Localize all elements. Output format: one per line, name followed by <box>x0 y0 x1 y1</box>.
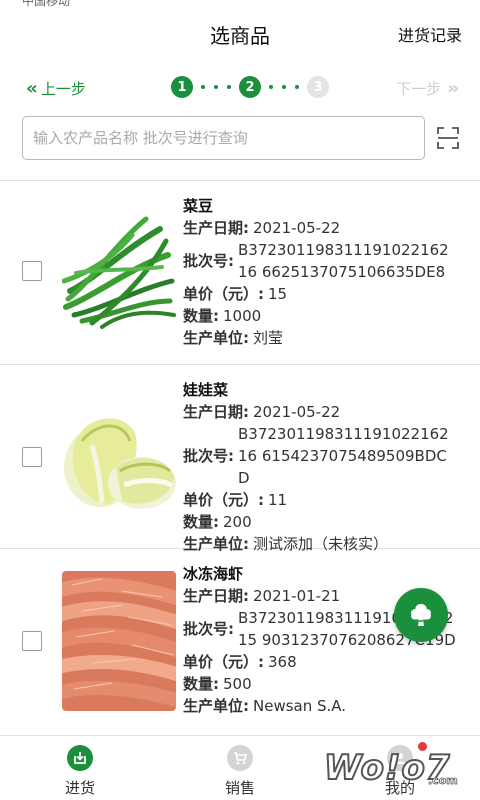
status-bar: 中国移动 <box>0 0 480 8</box>
unit-price-value: 15 <box>268 285 288 303</box>
quantity-row: 数量: 1000 <box>183 307 262 325</box>
tab-label: 进货 <box>64 779 95 797</box>
double-chevron-right-icon: ›› <box>447 78 459 99</box>
unit-price-row: 单价（元）: 15 <box>183 285 288 303</box>
producer-row: 生产单位: 刘莹 <box>183 329 284 347</box>
tab-sales[interactable]: 销售 <box>160 736 320 800</box>
product-image-green-beans <box>62 211 176 331</box>
unit-price-value: 368 <box>268 653 297 671</box>
purchase-history-link[interactable]: 进货记录 <box>398 22 462 46</box>
product-item[interactable]: 娃娃菜 生产日期: 2021-05-22 批次号: B3723011983111… <box>0 365 480 553</box>
tab-label: 销售 <box>224 779 255 797</box>
step-connector <box>193 85 239 89</box>
producer-value: Newsan S.A. <box>253 697 347 715</box>
product-item[interactable]: 冰冻海虾 生产日期: 2021-01-21 批次号: B372301198311… <box>0 549 480 739</box>
quantity-value: 500 <box>223 675 252 693</box>
product-checkbox[interactable] <box>22 631 42 651</box>
stepper: 1 2 3 <box>171 76 329 98</box>
prev-step-button[interactable]: ‹‹ 上一步 <box>26 78 86 99</box>
header: 选商品 进货记录 <box>0 8 480 58</box>
batch-row: 批次号: B37230119831119102216216 6154237075… <box>183 423 473 489</box>
producer-row: 生产单位: Newsan S.A. <box>183 697 347 715</box>
unit-price-row: 单价（元）: 11 <box>183 491 288 509</box>
quantity-row: 数量: 200 <box>183 513 252 531</box>
step-2-indicator: 2 <box>239 76 261 98</box>
production-date-value: 2021-05-22 <box>253 403 341 421</box>
batch-row: 批次号: B37230119831119102216216 6625137075… <box>183 239 473 283</box>
product-checkbox[interactable] <box>22 447 42 467</box>
product-info: 菜豆 生产日期: 2021-05-22 批次号: B37230119831119… <box>183 195 473 349</box>
broccoli-icon <box>410 604 432 626</box>
batch-value: B37230119831119102216216 662513707510663… <box>238 241 449 281</box>
step-3-indicator: 3 <box>307 76 329 98</box>
cart-icon <box>227 745 253 771</box>
product-checkbox[interactable] <box>22 261 42 281</box>
unit-price-value: 11 <box>268 491 288 509</box>
prev-step-label: 上一步 <box>40 80 86 98</box>
product-name: 菜豆 <box>183 197 214 215</box>
product-info: 娃娃菜 生产日期: 2021-05-22 批次号: B3723011983111… <box>183 379 473 555</box>
scan-icon[interactable] <box>436 126 460 150</box>
double-chevron-left-icon: ‹‹ <box>26 78 38 99</box>
unit-price-row: 单价（元）: 368 <box>183 653 297 671</box>
product-list: 菜豆 生产日期: 2021-05-22 批次号: B37230119831119… <box>0 181 480 739</box>
purchase-icon <box>67 745 93 771</box>
floating-vegetable-button[interactable] <box>394 588 448 642</box>
next-step-button[interactable]: 下一步 ›› <box>396 78 459 99</box>
quantity-value: 200 <box>223 513 252 531</box>
production-date-row: 生产日期: 2021-05-22 <box>183 403 341 421</box>
production-date-value: 2021-01-21 <box>253 587 341 605</box>
production-date-value: 2021-05-22 <box>253 219 341 237</box>
watermark-logo: Wo!o7 .com <box>323 747 458 789</box>
search-input[interactable] <box>23 117 424 159</box>
product-name: 冰冻海虾 <box>183 565 244 583</box>
batch-value: B37230119831119102216216 615423707548950… <box>238 425 449 487</box>
next-step-label: 下一步 <box>396 80 442 98</box>
tab-purchase[interactable]: 进货 <box>0 736 160 800</box>
quantity-value: 1000 <box>223 307 262 325</box>
step-connector <box>261 85 307 89</box>
product-image-baby-cabbage <box>62 405 176 515</box>
product-image-frozen-shrimp <box>62 571 176 711</box>
product-item[interactable]: 菜豆 生产日期: 2021-05-22 批次号: B37230119831119… <box>0 181 480 365</box>
search-box <box>22 116 425 160</box>
step-1-indicator: 1 <box>171 76 193 98</box>
product-name: 娃娃菜 <box>183 381 229 399</box>
producer-value: 刘莹 <box>253 329 284 347</box>
production-date-row: 生产日期: 2021-05-22 <box>183 219 341 237</box>
carrier-text: 中国移动 <box>22 0 71 8</box>
quantity-row: 数量: 500 <box>183 675 252 693</box>
step-navigation: ‹‹ 上一步 1 2 3 下一步 ›› <box>0 70 480 106</box>
